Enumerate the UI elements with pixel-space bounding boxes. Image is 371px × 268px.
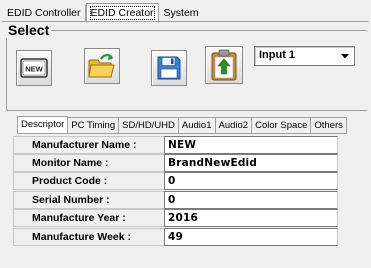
- tab-edid-creator[interactable]: EDID Creator: [85, 3, 159, 23]
- manufacturer-name-label: Manufacturer Name :: [13, 136, 164, 154]
- open-folder-icon: [88, 54, 115, 78]
- tab-audio2[interactable]: Audio2: [215, 117, 253, 134]
- serial-number-label: Serial Number :: [13, 191, 164, 209]
- manufacturer-name-field[interactable]: NEW: [164, 136, 338, 154]
- main-tab-strip: EDID Controller EDID Creator System: [2, 2, 204, 23]
- monitor-name-row: Monitor Name : BrandNewEdid: [13, 154, 338, 172]
- monitor-name-field[interactable]: BrandNewEdid: [164, 154, 338, 172]
- input-select-value: Input 1: [259, 49, 296, 61]
- tab-others[interactable]: Others: [311, 117, 347, 134]
- open-button[interactable]: [84, 48, 120, 84]
- serial-number-field[interactable]: 0: [164, 191, 338, 209]
- serial-number-row: Serial Number : 0: [13, 191, 338, 209]
- tab-edid-controller[interactable]: EDID Controller: [2, 4, 86, 22]
- edid-section-tabs: Descriptor PC Timing SD/HD/UHD Audio1 Au…: [17, 116, 347, 134]
- tab-system[interactable]: System: [159, 4, 204, 22]
- import-button[interactable]: [205, 46, 243, 84]
- chevron-down-icon[interactable]: [338, 49, 352, 63]
- save-button[interactable]: [151, 50, 187, 86]
- new-file-icon: NEW: [20, 58, 48, 78]
- tab-descriptor[interactable]: Descriptor: [17, 116, 69, 134]
- manufacturer-name-row: Manufacturer Name : NEW: [13, 136, 338, 154]
- manufacture-week-field[interactable]: 49: [164, 228, 338, 246]
- product-code-field[interactable]: 0: [164, 172, 338, 190]
- tab-sd-hd-uhd[interactable]: SD/HD/UHD: [119, 117, 179, 134]
- clipboard-upload-icon: [211, 49, 237, 81]
- input-select-dropdown[interactable]: Input 1: [254, 46, 355, 66]
- new-button[interactable]: NEW: [16, 50, 52, 86]
- select-group-title: Select: [6, 22, 52, 38]
- tab-edid-creator-label: EDID Creator: [89, 6, 155, 20]
- svg-text:NEW: NEW: [25, 65, 43, 74]
- select-group: [6, 30, 368, 111]
- manufacture-week-label: Manufacture Week :: [13, 228, 164, 246]
- floppy-disk-icon: [157, 56, 181, 80]
- product-code-label: Product Code :: [13, 172, 164, 190]
- manufacture-week-row: Manufacture Week : 49: [13, 228, 338, 246]
- tab-audio1[interactable]: Audio1: [178, 117, 216, 134]
- manufacture-year-label: Manufacture Year :: [13, 209, 164, 227]
- product-code-row: Product Code : 0: [13, 172, 338, 190]
- tab-pc-timing[interactable]: PC Timing: [68, 117, 120, 134]
- manufacture-year-field[interactable]: 2016: [164, 209, 338, 227]
- tab-color-space[interactable]: Color Space: [252, 117, 312, 134]
- manufacture-year-row: Manufacture Year : 2016: [13, 209, 338, 227]
- monitor-name-label: Monitor Name :: [13, 154, 164, 172]
